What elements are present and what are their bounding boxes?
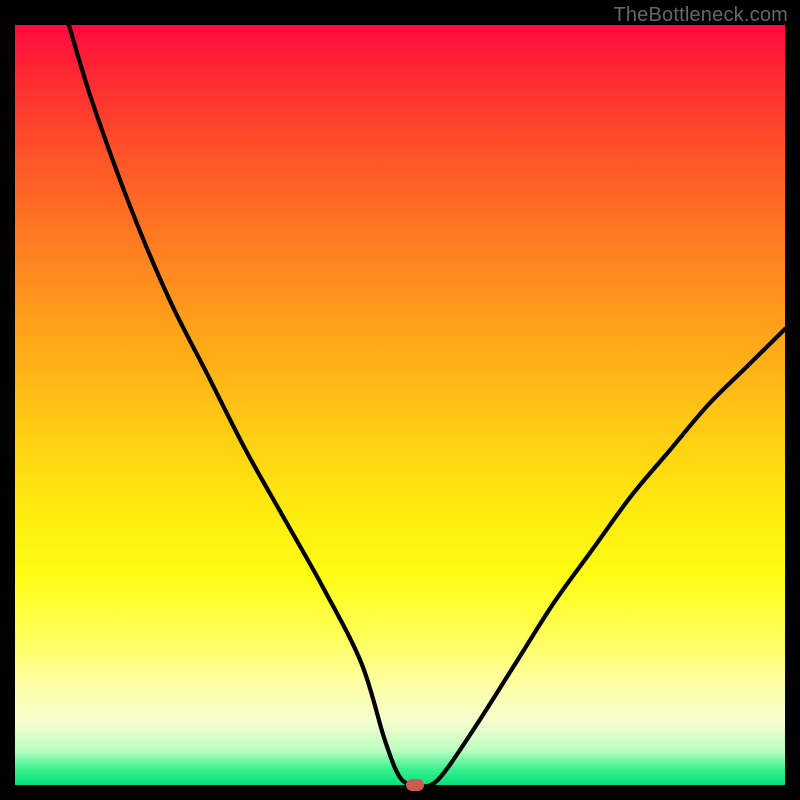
bottleneck-curve: [15, 25, 785, 785]
optimal-marker: [406, 779, 424, 791]
chart-container: TheBottleneck.com: [0, 0, 800, 800]
plot-area: [15, 25, 785, 785]
curve-path: [69, 25, 785, 786]
watermark-text: TheBottleneck.com: [613, 4, 788, 27]
